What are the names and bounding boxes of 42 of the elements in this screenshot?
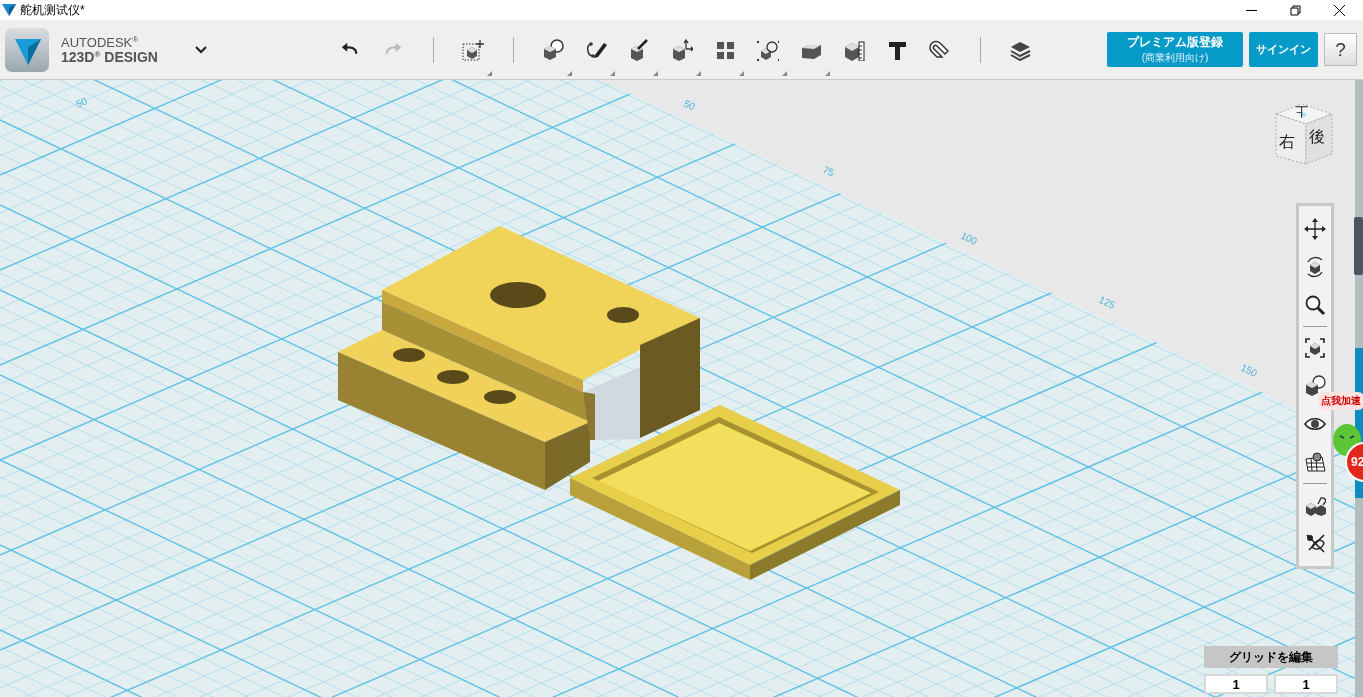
cube-ruler-icon[interactable] [843, 38, 866, 61]
app-logo-icon [2, 4, 16, 16]
zoom-icon[interactable] [1304, 294, 1326, 316]
fit-view-icon[interactable] [1304, 337, 1326, 359]
grid-scale-label: 50 [682, 97, 697, 113]
grid-scale-label: 75 [821, 163, 836, 179]
grid-scale-label: 100 [959, 229, 979, 247]
view-cube-face-label[interactable]: 上 [1295, 102, 1308, 120]
material-icon[interactable] [1304, 532, 1326, 554]
cube-move-icon[interactable] [462, 38, 485, 61]
cube-sphere-icon[interactable] [1304, 375, 1326, 397]
dropdown-corner-icon[interactable] [566, 70, 572, 76]
chevron-down-icon[interactable] [193, 44, 208, 55]
grid-scale-label: 50 [74, 95, 89, 110]
window-title: 舵机测试仪* [20, 1, 86, 19]
edit-grid-label[interactable]: グリッドを編集 [1204, 646, 1338, 668]
dropdown-corner-icon[interactable] [486, 70, 492, 76]
magnet-cube-icon[interactable] [1304, 494, 1326, 516]
grid-icon[interactable] [1304, 451, 1326, 473]
scroll-handle[interactable] [1354, 217, 1363, 275]
maximize-icon[interactable] [1288, 2, 1303, 18]
grid-scale-label: 125 [1097, 293, 1117, 311]
grid-scale-label: 150 [1239, 361, 1259, 379]
cube-arrows-icon[interactable] [671, 38, 694, 61]
cube-pen-icon[interactable] [628, 38, 651, 61]
move-icon[interactable] [1304, 218, 1326, 240]
help-button[interactable]: ? [1324, 33, 1357, 66]
dropdown-corner-icon[interactable] [824, 70, 830, 76]
cube-selection-icon[interactable] [757, 38, 780, 61]
dropdown-corner-icon[interactable] [781, 70, 787, 76]
dropdown-corner-icon[interactable] [652, 70, 658, 76]
speech-bubble[interactable]: 点我加速 [1318, 392, 1363, 410]
brand-name: AUTODESK$^{®}$ [61, 34, 140, 50]
cube-sphere-icon[interactable] [542, 38, 565, 61]
close-icon[interactable] [1332, 2, 1347, 18]
dropdown-corner-icon[interactable] [738, 70, 744, 76]
product-name: 123D$^{®}$ DESIGN [61, 49, 158, 65]
input-field[interactable]: 1 [1204, 674, 1268, 694]
dropdown-corner-icon[interactable] [695, 70, 701, 76]
dropdown-corner-icon[interactable] [609, 70, 615, 76]
input-field[interactable]: 1 [1274, 674, 1338, 694]
app-logo-icon [5, 27, 49, 72]
